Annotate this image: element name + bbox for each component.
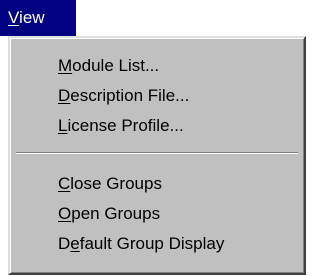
- menu-item-close-groups[interactable]: Close Groups: [58, 169, 162, 199]
- menu-item-label-post: pen Groups: [71, 204, 161, 223]
- menu-item-mnemonic: O: [58, 204, 72, 223]
- menu-item-label-post: fault Group Display: [79, 234, 225, 253]
- menu-item-mnemonic: C: [58, 174, 71, 193]
- view-dropdown-menu: Module List... Description File... Licen…: [8, 36, 306, 275]
- menu-item-mnemonic: e: [70, 234, 80, 253]
- menu-item-label-post: escription File...: [70, 86, 190, 105]
- menu-item-mnemonic: D: [58, 86, 71, 105]
- menu-item-label-post: lose Groups: [70, 174, 162, 193]
- menu-item-mnemonic: M: [58, 56, 73, 75]
- menu-separator: [16, 152, 298, 154]
- menu-item-default-group-display[interactable]: Default Group Display: [58, 229, 224, 259]
- view-menu-screen: View Module List... Description File... …: [0, 0, 308, 276]
- menu-item-module-list[interactable]: Module List...: [58, 51, 159, 81]
- menu-item-label-post: icense Profile...: [67, 116, 184, 135]
- view-menu-title[interactable]: View: [0, 0, 76, 36]
- menu-item-license-profile[interactable]: License Profile...: [58, 111, 184, 141]
- menu-item-open-groups[interactable]: Open Groups: [58, 199, 160, 229]
- menu-item-description-file[interactable]: Description File...: [58, 81, 189, 111]
- menu-item-label-post: odule List...: [72, 56, 160, 75]
- view-menu-mnemonic: V: [8, 8, 20, 27]
- menu-item-label-pre: D: [58, 234, 71, 253]
- view-menu-title-rest: iew: [19, 8, 45, 27]
